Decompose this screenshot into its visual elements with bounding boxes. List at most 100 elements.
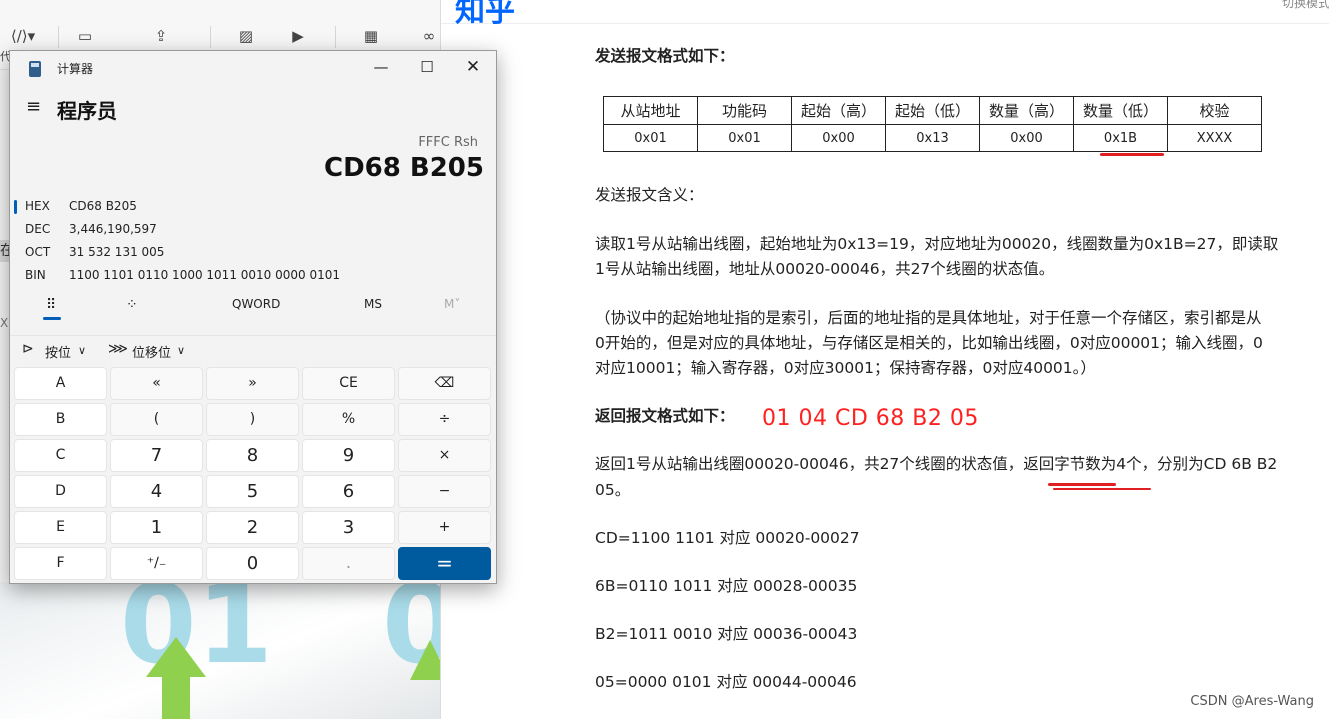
key-3[interactable]: 3	[302, 511, 395, 544]
site-logo[interactable]: 知乎	[455, 0, 515, 30]
calculator-window: 计算器 — ☐ ✕ ≡ 程序员 FFFC Rsh CD68 B205 HEX C…	[9, 50, 497, 584]
radix-row-bin[interactable]: BIN 1100 1101 0110 1000 1011 0010 0000 0…	[10, 265, 496, 287]
byte-mapping-line: 05=0000 0101 对应 00044-00046	[595, 673, 857, 691]
upload-icon[interactable]: ⇪	[151, 26, 171, 46]
radix-row-dec[interactable]: DEC 3,446,190,597	[10, 219, 496, 241]
key-add[interactable]: +	[398, 511, 491, 544]
key-e[interactable]: E	[14, 511, 107, 544]
key-4[interactable]: 4	[110, 475, 203, 508]
key-5[interactable]: 5	[206, 475, 299, 508]
video-icon[interactable]: ▶	[288, 26, 308, 46]
key-1[interactable]: 1	[110, 511, 203, 544]
red-annotation-underline	[1048, 483, 1116, 486]
key-open-paren[interactable]: (	[110, 403, 203, 436]
switch-mode-link[interactable]: 切换模式	[1282, 0, 1329, 11]
image-icon[interactable]: ▨	[236, 26, 256, 46]
paragraph-line: 05。	[595, 481, 631, 499]
key-shift-left[interactable]: «	[110, 367, 203, 400]
chevron-down-icon: ∨	[78, 344, 87, 357]
expression-display: FFFC Rsh	[418, 135, 478, 150]
key-0[interactable]: 0	[206, 547, 299, 580]
radix-row-oct[interactable]: OCT 31 532 131 005	[10, 242, 496, 264]
key-c[interactable]: C	[14, 439, 107, 472]
calculator-title-bar[interactable]: 计算器 — ☐ ✕	[10, 51, 496, 85]
toolbar-separator	[335, 26, 336, 48]
calculator-modes-row: ⠿ ⁘ QWORD MS M˅	[10, 291, 496, 325]
html-block-icon[interactable]: ▭	[75, 26, 95, 46]
key-divide[interactable]: ÷	[398, 403, 491, 436]
paragraph-line: 0开始的，但是对应的具体地址，与存储区是相关的，比如输出线圈，0对应00001；…	[595, 334, 1263, 352]
key-multiply[interactable]: ×	[398, 439, 491, 472]
key-b[interactable]: B	[14, 403, 107, 436]
minimize-icon[interactable]: —	[358, 51, 404, 83]
key-7[interactable]: 7	[110, 439, 203, 472]
toolbar-separator	[210, 26, 211, 48]
memory-recall-button[interactable]: M˅	[444, 297, 460, 311]
key-6[interactable]: 6	[302, 475, 395, 508]
key-shift-right[interactable]: »	[206, 367, 299, 400]
send-meaning-heading: 发送报文含义：	[595, 186, 704, 204]
watermark: CSDN @Ares-Wang	[1190, 694, 1314, 709]
radix-value: 31 532 131 005	[69, 245, 165, 259]
byte-mapping-line: 6B=0110 1011 对应 00028-00035	[595, 577, 858, 595]
code-icon[interactable]: ⟨/⟩▾	[6, 26, 40, 46]
key-subtract[interactable]: −	[398, 475, 491, 508]
table-header-cell: 从站地址	[603, 96, 698, 125]
key-a[interactable]: A	[14, 367, 107, 400]
table-header-cell: 功能码	[697, 96, 792, 125]
arrow-stem	[162, 676, 190, 719]
key-d[interactable]: D	[14, 475, 107, 508]
memory-store-button[interactable]: MS	[364, 297, 382, 311]
key-equals[interactable]: =	[398, 547, 491, 580]
calculator-app-icon	[29, 61, 41, 77]
key-9[interactable]: 9	[302, 439, 395, 472]
table-cell: 0x00	[979, 124, 1074, 152]
maximize-icon[interactable]: ☐	[404, 51, 450, 83]
bitwise-ops-row: ⊳ 按位 ∨ ⋙ 位移位 ∨	[10, 335, 496, 361]
table-header-cell: 起始（高）	[791, 96, 886, 125]
table-header-cell: 起始（低）	[885, 96, 980, 125]
table-icon[interactable]: ▦	[361, 26, 381, 46]
reply-format-heading: 返回报文格式如下：	[595, 407, 735, 425]
paragraph-line: 对应10001；输入寄存器，0对应30001；保持寄存器，0对应40001。）	[595, 359, 1096, 377]
full-keypad-icon[interactable]: ⠿	[46, 297, 56, 313]
calculator-keypad: A « » CE ⌫ B ( ) % ÷ C 7 8 9 × D 4 5 6 −…	[14, 367, 492, 580]
table-header-cell: 校验	[1167, 96, 1262, 125]
paragraph-line: （协议中的起始地址指的是索引，后面的地址指的是具体地址，对于任意一个存储区，索引…	[595, 309, 1262, 327]
byte-mapping-line: B2=1011 0010 对应 00036-00043	[595, 625, 858, 643]
link-icon[interactable]: ∞	[419, 26, 439, 46]
table-cell: 0x13	[885, 124, 980, 152]
bitshift-dropdown[interactable]: 位移位	[132, 342, 171, 361]
bitwise-icon: ⊳	[22, 341, 34, 357]
table-header-cell: 数量（低）	[1073, 96, 1168, 125]
table-cell: XXXX	[1167, 124, 1262, 152]
radix-row-hex[interactable]: HEX CD68 B205	[10, 196, 496, 218]
table-cell: 0x01	[697, 124, 792, 152]
table-header-cell: 数量（高）	[979, 96, 1074, 125]
red-annotation-underline	[1053, 488, 1151, 490]
word-size-button[interactable]: QWORD	[232, 297, 280, 311]
key-clear-entry[interactable]: CE	[302, 367, 395, 400]
key-modulo[interactable]: %	[302, 403, 395, 436]
key-2[interactable]: 2	[206, 511, 299, 544]
paragraph-line: 读取1号从站输出线圈，起始地址为0x13=19，对应地址为00020，线圈数量为…	[595, 235, 1279, 253]
radix-value: CD68 B205	[69, 199, 137, 213]
radix-name: OCT	[25, 245, 51, 259]
result-display: CD68 B205	[324, 153, 484, 183]
radix-value: 3,446,190,597	[69, 222, 157, 236]
key-f[interactable]: F	[14, 547, 107, 580]
backspace-icon[interactable]: ⌫	[398, 367, 491, 400]
key-close-paren[interactable]: )	[206, 403, 299, 436]
close-icon[interactable]: ✕	[450, 51, 496, 83]
table-row: 从站地址 功能码 起始（高） 起始（低） 数量（高） 数量（低） 校验	[603, 96, 1262, 125]
bit-toggle-keypad-icon[interactable]: ⁘	[126, 297, 138, 313]
key-decimal[interactable]: .	[302, 547, 395, 580]
hamburger-menu-icon[interactable]: ≡	[26, 98, 44, 116]
bitwise-dropdown[interactable]: 按位	[45, 342, 71, 361]
arrow-up-icon	[410, 640, 440, 680]
toolbar-separator	[58, 26, 59, 48]
table-row: 0x01 0x01 0x00 0x13 0x00 0x1B XXXX	[603, 124, 1262, 152]
key-negate[interactable]: ⁺∕₋	[110, 547, 203, 580]
key-8[interactable]: 8	[206, 439, 299, 472]
article-page: 知乎 切换模式 发送报文格式如下： 从站地址 功能码 起始（高） 起始（低） 数…	[440, 0, 1329, 719]
